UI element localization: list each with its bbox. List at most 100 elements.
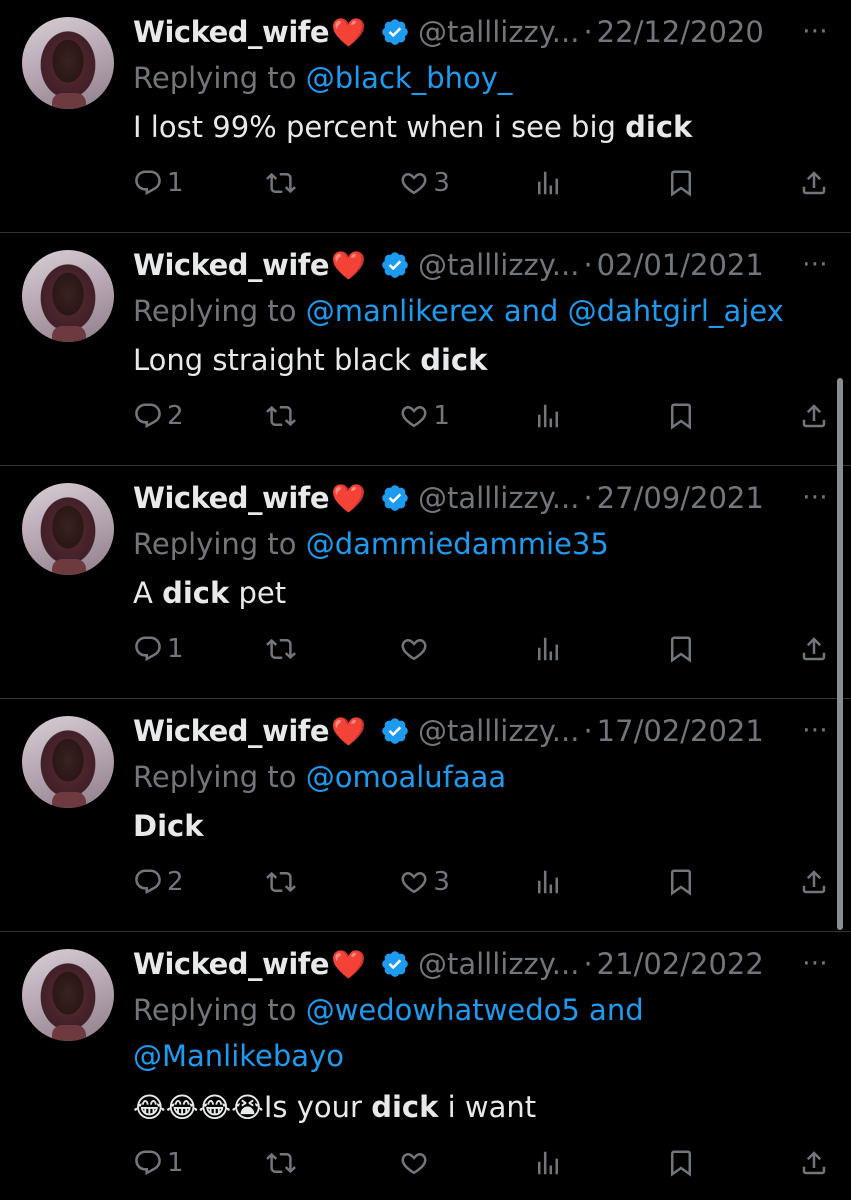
bookmark-button[interactable]: [666, 634, 726, 664]
tweet-text-part: Is your: [263, 1090, 372, 1124]
more-options-icon[interactable]: ⋯: [802, 482, 829, 512]
reply-count: 2: [167, 867, 184, 897]
tweet-header: Wicked_wife ❤️ @talllizzy... · 27/09/202…: [133, 478, 851, 518]
bookmark-button[interactable]: [666, 401, 726, 431]
tweet[interactable]: Wicked_wife ❤️ @talllizzy... · 17/02/202…: [0, 699, 851, 932]
mention-link[interactable]: @dammiedammie35: [306, 527, 609, 561]
display-name[interactable]: Wicked_wife: [133, 714, 330, 748]
heart-icon: [401, 871, 427, 894]
views-button[interactable]: [533, 867, 593, 897]
tweet-date[interactable]: 22/12/2020: [597, 15, 764, 49]
replying-to: Replying to @dammiedammie35: [133, 521, 791, 567]
mention-link[interactable]: @manlikerex and @dahtgirl_ajex: [306, 294, 784, 328]
more-options-icon[interactable]: ⋯: [802, 715, 829, 745]
tweet-text: Long straight black dick: [133, 340, 487, 380]
views-button[interactable]: [533, 1148, 593, 1178]
more-options-icon[interactable]: ⋯: [802, 249, 829, 279]
tweet-date[interactable]: 27/09/2021: [597, 481, 764, 515]
tweet-text-bold: Dick: [133, 809, 204, 843]
tweet-text-bold: dick: [420, 343, 488, 377]
avatar[interactable]: [22, 17, 114, 109]
user-handle[interactable]: @talllizzy...: [418, 248, 580, 282]
reply-button[interactable]: 2: [133, 401, 193, 431]
tweet-text-part: A: [133, 576, 163, 610]
avatar[interactable]: [22, 949, 114, 1041]
tweet[interactable]: Wicked_wife ❤️ @talllizzy... · 02/01/202…: [0, 233, 851, 466]
avatar[interactable]: [22, 483, 114, 575]
reply-button[interactable]: 1: [133, 634, 193, 664]
retweet-button[interactable]: [266, 1148, 326, 1178]
tweet-text: Dick: [133, 806, 204, 846]
heart-emoji: ❤️: [331, 714, 366, 748]
retweet-button[interactable]: [266, 634, 326, 664]
retweet-icon: [266, 638, 297, 660]
tweet-header: Wicked_wife ❤️ @talllizzy... · 22/12/202…: [133, 12, 851, 52]
tweet-feed: Wicked_wife ❤️ @talllizzy... · 22/12/202…: [0, 0, 851, 1200]
tweet-date[interactable]: 02/01/2021: [597, 248, 764, 282]
reply-button[interactable]: 1: [133, 1148, 193, 1178]
reply-button[interactable]: 2: [133, 867, 193, 897]
heart-emoji: ❤️: [331, 947, 366, 981]
reply-button[interactable]: 1: [133, 168, 193, 198]
display-name[interactable]: Wicked_wife: [133, 15, 330, 49]
like-button[interactable]: 1: [399, 401, 459, 431]
action-bar: 1: [133, 1145, 829, 1181]
display-name[interactable]: Wicked_wife: [133, 481, 330, 515]
display-name[interactable]: Wicked_wife: [133, 248, 330, 282]
like-button[interactable]: 3: [399, 168, 459, 198]
mention-link[interactable]: @wedowhatwedo5 and: [306, 993, 644, 1027]
reply-icon: [135, 1150, 161, 1176]
share-icon: [802, 171, 826, 195]
scrollbar[interactable]: [837, 378, 843, 930]
tweet[interactable]: Wicked_wife ❤️ @talllizzy... · 21/02/202…: [0, 932, 851, 1200]
retweet-button[interactable]: [266, 168, 326, 198]
tweet-date[interactable]: 17/02/2021: [597, 714, 764, 748]
more-options-icon[interactable]: ⋯: [802, 16, 829, 46]
mention-link[interactable]: @Manlikebayo: [133, 1039, 344, 1073]
bookmark-icon: [670, 636, 691, 663]
display-name[interactable]: Wicked_wife: [133, 947, 330, 981]
bookmark-button[interactable]: [666, 1148, 726, 1178]
views-button[interactable]: [533, 401, 593, 431]
heart-icon: [401, 638, 427, 661]
reply-icon: [135, 869, 161, 895]
tweet[interactable]: Wicked_wife ❤️ @talllizzy... · 22/12/202…: [0, 0, 851, 233]
user-handle[interactable]: @talllizzy...: [418, 714, 580, 748]
share-button[interactable]: [799, 1148, 829, 1178]
avatar[interactable]: [22, 250, 114, 342]
retweet-button[interactable]: [266, 867, 326, 897]
reply-count: 1: [167, 168, 184, 198]
share-icon: [802, 1151, 826, 1175]
views-chart-icon: [537, 404, 558, 428]
more-options-icon[interactable]: ⋯: [802, 948, 829, 978]
retweet-button[interactable]: [266, 401, 326, 431]
bookmark-icon: [670, 869, 691, 896]
views-button[interactable]: [533, 168, 593, 198]
share-button[interactable]: [799, 867, 829, 897]
tweet-text-part: Long straight black: [133, 343, 421, 377]
share-button[interactable]: [799, 168, 829, 198]
retweet-icon: [266, 871, 297, 893]
avatar[interactable]: [22, 716, 114, 808]
like-button[interactable]: 3: [399, 867, 459, 897]
like-button[interactable]: [399, 634, 459, 664]
separator-dot: ·: [583, 481, 593, 515]
bookmark-button[interactable]: [666, 168, 726, 198]
user-handle[interactable]: @talllizzy...: [418, 15, 580, 49]
user-handle[interactable]: @talllizzy...: [418, 947, 580, 981]
mention-link[interactable]: @black_bhoy_: [306, 61, 513, 95]
like-count: 3: [433, 867, 450, 897]
retweet-icon: [266, 405, 297, 427]
tweet-date[interactable]: 21/02/2022: [597, 947, 764, 981]
share-button[interactable]: [799, 401, 829, 431]
bookmark-button[interactable]: [666, 867, 726, 897]
mention-link[interactable]: @omoalufaaa: [306, 760, 506, 794]
share-icon: [802, 870, 826, 894]
tweet[interactable]: Wicked_wife ❤️ @talllizzy... · 27/09/202…: [0, 466, 851, 699]
share-button[interactable]: [799, 634, 829, 664]
replying-to: Replying to @manlikerex and @dahtgirl_aj…: [133, 288, 791, 334]
views-button[interactable]: [533, 634, 593, 664]
user-handle[interactable]: @talllizzy...: [418, 481, 580, 515]
heart-emoji: ❤️: [331, 248, 366, 282]
like-button[interactable]: [399, 1148, 459, 1178]
